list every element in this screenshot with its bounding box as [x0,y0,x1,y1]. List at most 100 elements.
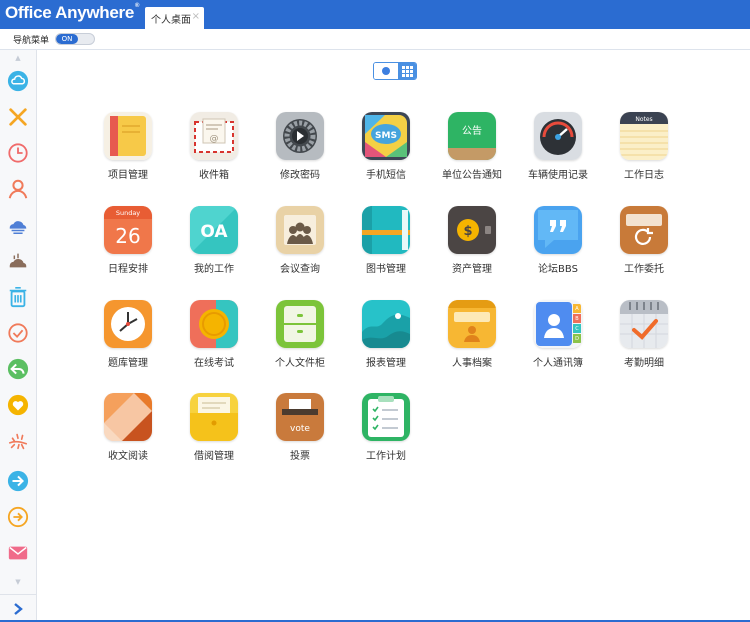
app-schedule[interactable]: Sunday 26 日程安排 [83,206,173,275]
app-reports[interactable]: 报表管理 [341,300,431,369]
gear-icon [276,112,324,160]
chevron-right-icon [14,602,23,615]
clipboard-icon [362,393,410,441]
sidebar-expand-button[interactable] [0,594,36,622]
cloud-rain-icon[interactable] [5,248,31,274]
nav-menu-label: 导航菜单 [13,36,50,46]
app-password[interactable]: 修改密码 [255,112,345,181]
calendar-icon: Sunday 26 [104,206,152,254]
oa-icon: OA [190,206,238,254]
grid-icon[interactable] [398,63,416,79]
svg-text:Sunday: Sunday [116,209,140,217]
svg-text:$: $ [463,224,472,239]
app-exam[interactable]: 在线考试 [169,300,259,369]
meeting-icon [276,206,324,254]
tab-label: 个人桌面 [151,15,191,26]
app-delegate[interactable]: 工作委托 [599,206,689,275]
app-label: 借阅管理 [194,451,234,462]
app-label: 题库管理 [108,358,148,369]
app-vehicle[interactable]: 车辆使用记录 [513,112,603,181]
reply-icon[interactable] [5,356,31,382]
address-book-icon: ABCD [534,300,582,348]
tab-close-icon[interactable]: × [192,11,200,22]
nav-toggle-row: 导航菜单 ON [0,29,750,50]
cabinet-icon [276,300,324,348]
app-attendance[interactable]: 考勤明细 [599,300,689,369]
app-label: 我的工作 [194,264,234,275]
sidebar: ▲ ▼ [0,50,37,622]
app-label: 单位公告通知 [442,170,502,181]
sms-icon: SMS [362,112,410,160]
sidebar-scroll-up-icon[interactable]: ▲ [0,52,36,64]
mail-icon[interactable] [5,540,31,566]
app-inbox[interactable]: @ 收件箱 [169,112,259,181]
app-label: 手机短信 [366,170,406,181]
logo-mark: ® [135,3,140,9]
title-bar: Office Anywhere® 个人桌面 × [0,0,750,29]
origami-icon [104,393,152,441]
arrow-right-outline-icon[interactable] [5,504,31,530]
app-label: 在线考试 [194,358,234,369]
app-contacts[interactable]: ABCD 个人通讯簿 [513,300,603,369]
app-label: 资产管理 [452,264,492,275]
app-docs[interactable]: 收文阅读 [83,393,173,462]
app-books[interactable]: 图书管理 [341,206,431,275]
clock-icon [104,300,152,348]
chart-icon [362,300,410,348]
app-bbs[interactable]: 论坛BBS [513,206,603,275]
check-circle-icon[interactable] [5,320,31,346]
app-label: 工作计划 [366,451,406,462]
app-borrow[interactable]: 借阅管理 [169,393,259,462]
folder-icon [190,393,238,441]
app-label: 工作委托 [624,264,664,275]
trash-icon[interactable] [5,284,31,310]
close-icon[interactable] [5,104,31,130]
app-files[interactable]: 个人文件柜 [255,300,345,369]
app-hr[interactable]: 人事档案 [427,300,517,369]
nav-menu-toggle[interactable]: ON [55,33,95,45]
app-logo: Office Anywhere® [5,3,139,23]
svg-text:公告: 公告 [462,124,482,137]
app-worklog[interactable]: Notes 工作日志 [599,112,689,181]
clock-icon[interactable] [5,140,31,166]
app-oa[interactable]: OA 我的工作 [169,206,259,275]
cloud-icon[interactable] [5,68,31,94]
app-label: 投票 [290,451,310,462]
cloud-stack-icon[interactable] [5,212,31,238]
dot-icon[interactable] [374,63,398,79]
ballot-box-icon: vote [276,393,324,441]
svg-text:A: A [575,306,579,312]
svg-text:D: D [575,336,579,342]
sparkle-icon[interactable] [5,428,31,454]
app-plan[interactable]: 工作计划 [341,393,431,462]
notebook-icon [104,112,152,160]
app-vote[interactable]: vote 投票 [255,393,345,462]
tab-personal-desktop[interactable]: 个人桌面 × [145,7,204,29]
board-icon: 公告 [448,112,496,160]
app-questions[interactable]: 题库管理 [83,300,173,369]
app-sms[interactable]: SMS 手机短信 [341,112,431,181]
app-notice[interactable]: 公告 单位公告通知 [427,112,517,181]
app-meeting[interactable]: 会议查询 [255,206,345,275]
book-icon [362,206,410,254]
app-label: 个人文件柜 [275,358,325,369]
app-label: 日程安排 [108,264,148,275]
app-label: 考勤明细 [624,358,664,369]
svg-text:@: @ [210,134,219,144]
svg-text:B: B [575,316,579,322]
arrow-right-circle-icon[interactable] [5,468,31,494]
app-label: 收件箱 [199,170,229,181]
user-icon[interactable] [5,176,31,202]
heart-icon[interactable] [5,392,31,418]
svg-text:Notes: Notes [635,116,652,123]
notes-icon: Notes [620,112,668,160]
svg-text:SMS: SMS [375,131,397,141]
svg-text:vote: vote [290,424,310,434]
app-project[interactable]: 项目管理 [83,112,173,181]
app-assets[interactable]: $ 资产管理 [427,206,517,275]
speedometer-icon [534,112,582,160]
view-switch[interactable] [373,62,417,80]
sidebar-scroll-down-icon[interactable]: ▼ [0,576,36,588]
calendar-check-icon [620,300,668,348]
desktop-area: 项目管理 @ 收件箱 修改密码 SMS 手机短信 公告 单位公告通知 车辆使用记… [37,50,750,622]
